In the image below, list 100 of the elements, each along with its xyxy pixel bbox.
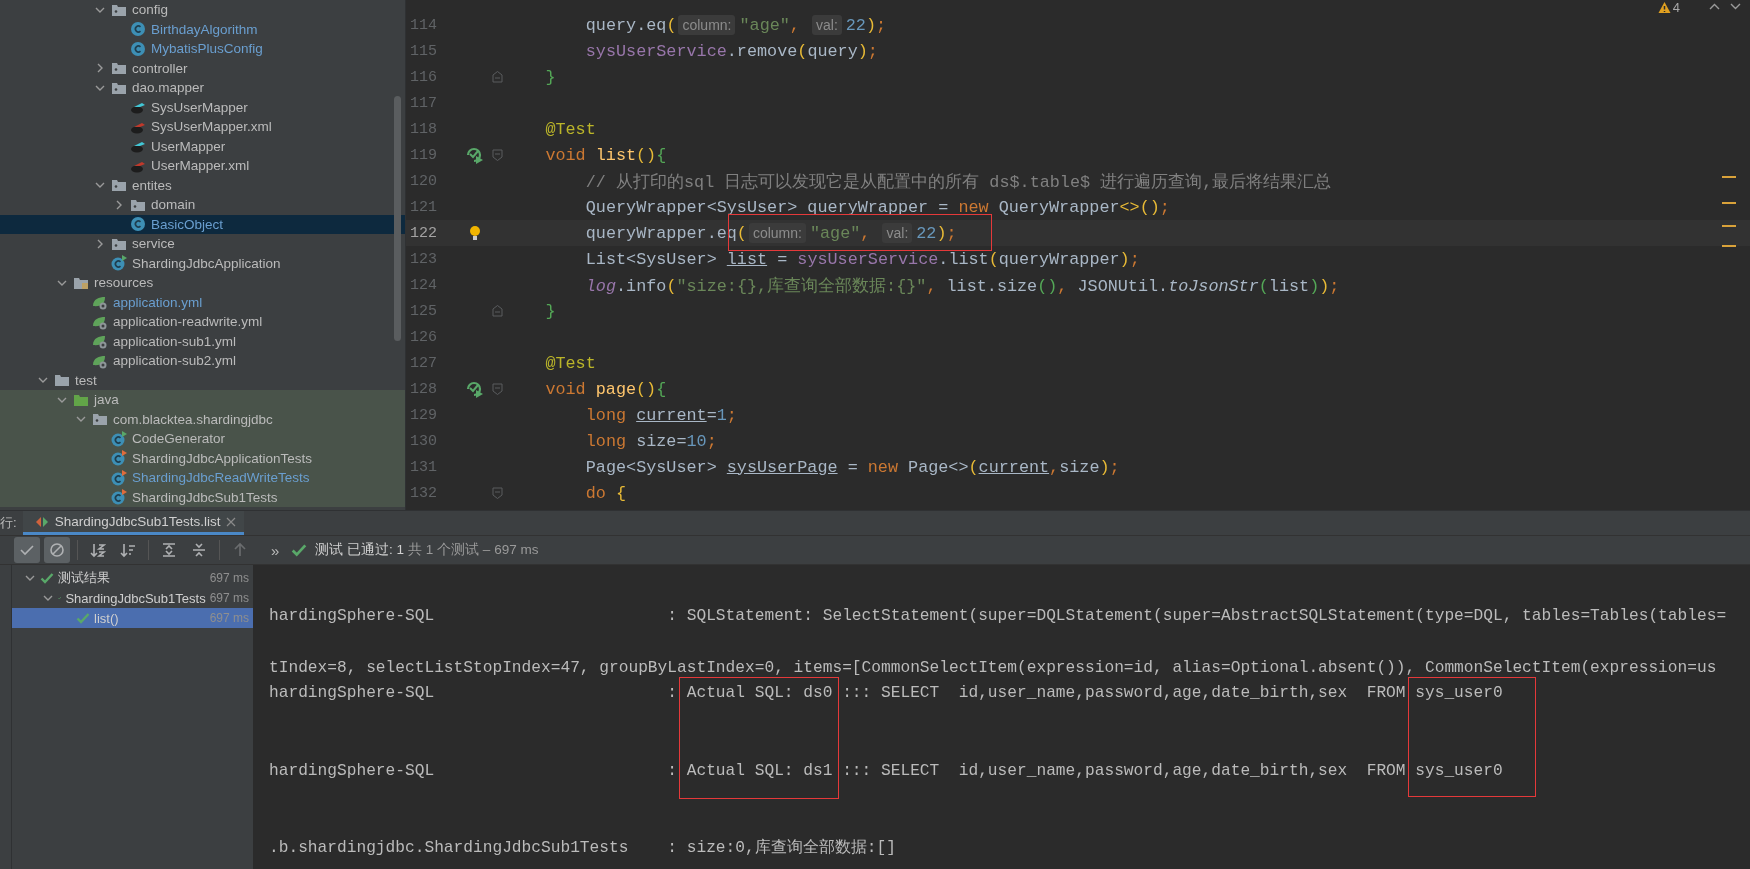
code-line: void page(){: [545, 379, 667, 399]
line-number: 125: [409, 302, 438, 320]
check-icon: [291, 542, 308, 558]
project-tree-item[interactable]: controller: [0, 58, 405, 78]
fold-marker-icon[interactable]: [492, 305, 503, 317]
code-line: }: [545, 301, 556, 321]
code-line: void list(){: [545, 145, 667, 165]
warning-marker[interactable]: [1722, 202, 1736, 204]
test-status: 测试 已通过: 1: [315, 541, 405, 559]
check-icon: [76, 611, 90, 625]
project-tree-item[interactable]: application.yml: [0, 292, 405, 312]
toolbar-button[interactable]: [14, 537, 40, 563]
test-class-icon: [111, 469, 127, 486]
test-class-icon: [111, 489, 127, 506]
line-number: 128: [409, 380, 438, 398]
project-tree-item[interactable]: java: [0, 390, 405, 410]
project-tree-item[interactable]: config: [0, 0, 405, 20]
warning-marker[interactable]: [1722, 176, 1736, 178]
fold-marker-icon[interactable]: [492, 149, 503, 161]
project-tree-item[interactable]: entites: [0, 175, 405, 195]
project-tree-item[interactable]: MybatisPlusConfig: [0, 39, 405, 59]
project-tree-item[interactable]: service: [0, 234, 405, 254]
package-folder-icon: [111, 177, 127, 194]
class-icon: [130, 216, 146, 233]
test-tree-item[interactable]: ShardingJdbcSub1Tests 697 ms: [12, 588, 253, 608]
console-line: hardingSphere-SQL : Actual SQL: ds0 ::: SELECT id,user_name,password,age,date_birth,sex FROM sys_user0: [269, 683, 1504, 705]
code-line: do {: [585, 483, 627, 503]
warning-marker[interactable]: [1722, 225, 1736, 227]
project-tree-item[interactable]: BasicObject: [0, 214, 405, 234]
code-line: log.info("size:{},库查询全部数据:{}", list.size(), JSONUtil.toJsonStr(list));: [585, 275, 1340, 297]
line-number: 129: [409, 406, 438, 424]
collapse-all-icon: [191, 542, 207, 558]
run-test-icon[interactable]: [466, 146, 484, 164]
project-tree-item[interactable]: test: [0, 370, 405, 390]
project-tree-item[interactable]: SysUserMapper.xml: [0, 117, 405, 137]
check-icon: [19, 542, 35, 558]
line-number: 116: [409, 68, 438, 86]
project-tree-item[interactable]: ShardingJdbcReadWriteTests: [0, 468, 405, 488]
code-line: long current=1;: [585, 405, 737, 425]
project-tree-item[interactable]: domain: [0, 195, 405, 215]
fold-marker-icon[interactable]: [492, 487, 503, 499]
duration-label: 697 ms: [209, 611, 249, 625]
tab-label[interactable]: ShardingJdbcSub1Tests.list: [54, 514, 221, 529]
project-tree-item[interactable]: com.blacktea.shardingjdbc: [0, 409, 405, 429]
console-line: hardingSphere-SQL : Actual SQL: ds1 ::: SELECT id,user_name,password,age,date_birth,sex FROM sys_user0: [269, 760, 1504, 782]
test-tree-item[interactable]: list() 697 ms: [12, 608, 253, 628]
more-button[interactable]: »: [271, 541, 280, 559]
duration-label: 697 ms: [209, 591, 249, 605]
project-tree-item[interactable]: dao.mapper: [0, 78, 405, 98]
code-line: @Test: [545, 119, 596, 139]
line-number: 124: [409, 276, 438, 294]
sort-alphabetical-icon: [90, 542, 106, 558]
package-folder-icon: [111, 60, 127, 77]
fold-marker-icon[interactable]: [492, 383, 503, 395]
run-label: 行:: [0, 514, 18, 532]
project-tree-item[interactable]: application-sub2.yml: [0, 351, 405, 371]
test-tree-item[interactable]: 测试结果 697 ms: [12, 568, 253, 588]
project-tree-item[interactable]: SysUserMapper: [0, 97, 405, 117]
project-tree-item[interactable]: application-sub1.yml: [0, 331, 405, 351]
project-tree-item[interactable]: ShardingJdbcApplication: [0, 253, 405, 273]
project-tree-item[interactable]: application-readwrite.yml: [0, 312, 405, 332]
code-line: }: [545, 67, 556, 87]
line-number: 115: [409, 42, 438, 60]
line-number: 114: [409, 16, 438, 34]
duration-label: 697 ms: [209, 571, 249, 585]
blocked-icon: [49, 542, 65, 558]
test-class-icon: [111, 450, 127, 467]
console-line: hardingSphere-SQL : SQLStatement: SelectStatement(super=DQLStatement(super=AbstractSQLStatement(type=DQL, tables=Tables(tables=: [269, 606, 1728, 627]
project-tree-item[interactable]: ShardingJdbcSub1Tests: [0, 487, 405, 507]
project-tree-item[interactable]: CodeGenerator: [0, 429, 405, 449]
runnable-class-icon: [111, 255, 127, 272]
toolbar-button[interactable]: [44, 537, 70, 563]
class-icon: [130, 21, 146, 38]
fold-marker-icon[interactable]: [492, 71, 503, 83]
leaf-gear-icon: [92, 294, 108, 311]
warning-count[interactable]: 4: [1672, 0, 1680, 15]
runnable-class-icon: [111, 430, 127, 447]
project-tree-item[interactable]: BirthdayAlgorithm: [0, 19, 405, 39]
project-tree-item[interactable]: UserMapper.xml: [0, 156, 405, 176]
code-line: // 从打印的sql 日志可以发现它是从配置中的所有 ds$.table$ 进行遍历查询,最后将结果汇总: [585, 171, 1332, 193]
project-tree-item[interactable]: resources: [0, 273, 405, 293]
warning-marker[interactable]: [1722, 245, 1736, 247]
scrollbar-thumb[interactable]: [394, 96, 401, 341]
run-config-icon: [34, 515, 49, 528]
line-number: 122: [409, 224, 438, 242]
line-number: 118: [409, 120, 438, 138]
project-tree-item[interactable]: UserMapper: [0, 136, 405, 156]
code-line: @Test: [545, 353, 596, 373]
code-line: sysUserService.remove(query);: [585, 41, 878, 61]
code-line: long size=10;: [585, 431, 717, 451]
code-line: Page<SysUser> sysUserPage = new Page<>(current,size);: [585, 457, 1120, 477]
run-test-icon[interactable]: [466, 380, 484, 398]
run-tab[interactable]: ShardingJdbcSub1Tests.list: [22, 511, 245, 535]
expand-all-icon: [161, 542, 177, 558]
package-folder-icon: [92, 411, 108, 428]
line-number: 126: [409, 328, 438, 346]
warning-icon[interactable]: [1657, 1, 1671, 14]
project-tree-item[interactable]: ShardingJdbcApplicationTests: [0, 448, 405, 468]
test-summary: 共 1 个测试 – 697 ms: [408, 541, 539, 559]
close-icon[interactable]: [226, 516, 237, 527]
